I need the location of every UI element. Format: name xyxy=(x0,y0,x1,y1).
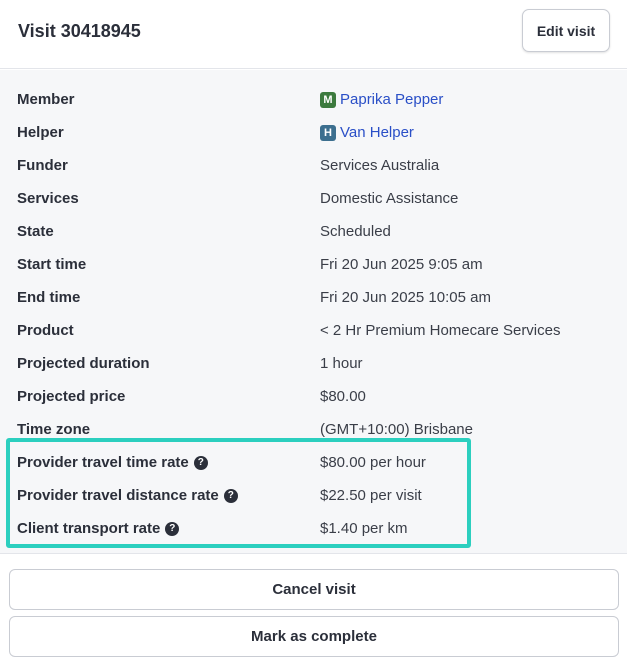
end-time-label: End time xyxy=(17,289,81,306)
helper-badge-icon: H xyxy=(320,124,336,141)
start-time-label: Start time xyxy=(17,256,87,273)
provider-travel-distance-rate-row: Provider travel distance rate ? $22.50 p… xyxy=(0,479,627,512)
visit-details-panel: Member M Paprika Pepper Helper H Van Hel… xyxy=(0,70,627,554)
time-zone-label: Time zone xyxy=(17,421,91,438)
funder-label: Funder xyxy=(17,157,68,174)
question-circle-icon[interactable]: ? xyxy=(223,488,238,503)
projected-duration-value: 1 hour xyxy=(320,355,363,372)
projected-price-row: Projected price $80.00 xyxy=(0,380,627,413)
page-title: Visit 30418945 xyxy=(18,21,141,41)
helper-value: H Van Helper xyxy=(320,124,414,141)
member-value: M Paprika Pepper xyxy=(320,91,443,108)
state-label: State xyxy=(17,223,54,240)
client-transport-rate-text: Client transport rate xyxy=(17,520,161,537)
provider-travel-time-rate-text: Provider travel time rate xyxy=(17,454,189,471)
client-transport-rate-label: Client transport rate ? xyxy=(17,520,180,537)
funder-row: Funder Services Australia xyxy=(0,149,627,182)
mark-as-complete-button[interactable]: Mark as complete xyxy=(9,616,619,657)
provider-travel-distance-rate-text: Provider travel distance rate xyxy=(17,487,219,504)
member-row: Member M Paprika Pepper xyxy=(0,83,627,116)
helper-label: Helper xyxy=(17,124,64,141)
state-value: Scheduled xyxy=(320,223,391,240)
helper-row: Helper H Van Helper xyxy=(0,116,627,149)
projected-duration-label: Projected duration xyxy=(17,355,150,372)
projected-duration-row: Projected duration 1 hour xyxy=(0,347,627,380)
state-row: State Scheduled xyxy=(0,215,627,248)
provider-travel-time-rate-value: $80.00 per hour xyxy=(320,454,426,471)
services-row: Services Domestic Assistance xyxy=(0,182,627,215)
funder-value: Services Australia xyxy=(320,157,440,174)
projected-price-value: $80.00 xyxy=(320,388,366,405)
client-transport-rate-value: $1.40 per km xyxy=(320,520,408,537)
start-time-value: Fri 20 Jun 2025 9:05 am xyxy=(320,256,483,273)
member-badge-icon: M xyxy=(320,91,336,108)
projected-price-label: Projected price xyxy=(17,388,126,405)
time-zone-value: (GMT+10:00) Brisbane xyxy=(320,421,473,438)
provider-travel-distance-rate-value: $22.50 per visit xyxy=(320,487,422,504)
helper-link[interactable]: Van Helper xyxy=(340,124,414,141)
services-value: Domestic Assistance xyxy=(320,190,459,207)
provider-travel-time-rate-row: Provider travel time rate ? $80.00 per h… xyxy=(0,446,627,479)
cancel-visit-button[interactable]: Cancel visit xyxy=(9,569,619,610)
page-header: Visit 30418945 Edit visit xyxy=(0,0,627,69)
client-transport-rate-row: Client transport rate ? $1.40 per km xyxy=(0,512,627,545)
provider-travel-distance-rate-label: Provider travel distance rate ? xyxy=(17,487,238,504)
start-time-row: Start time Fri 20 Jun 2025 9:05 am xyxy=(0,248,627,281)
question-circle-icon[interactable]: ? xyxy=(193,455,208,470)
services-label: Services xyxy=(17,190,79,207)
time-zone-row: Time zone (GMT+10:00) Brisbane xyxy=(0,413,627,446)
question-circle-icon[interactable]: ? xyxy=(165,521,180,536)
product-row: Product < 2 Hr Premium Homecare Services xyxy=(0,314,627,347)
member-label: Member xyxy=(17,91,75,108)
edit-visit-button[interactable]: Edit visit xyxy=(522,9,610,52)
member-link[interactable]: Paprika Pepper xyxy=(340,91,443,108)
end-time-value: Fri 20 Jun 2025 10:05 am xyxy=(320,289,491,306)
product-label: Product xyxy=(17,322,74,339)
product-value: < 2 Hr Premium Homecare Services xyxy=(320,322,561,339)
end-time-row: End time Fri 20 Jun 2025 10:05 am xyxy=(0,281,627,314)
provider-travel-time-rate-label: Provider travel time rate ? xyxy=(17,454,208,471)
